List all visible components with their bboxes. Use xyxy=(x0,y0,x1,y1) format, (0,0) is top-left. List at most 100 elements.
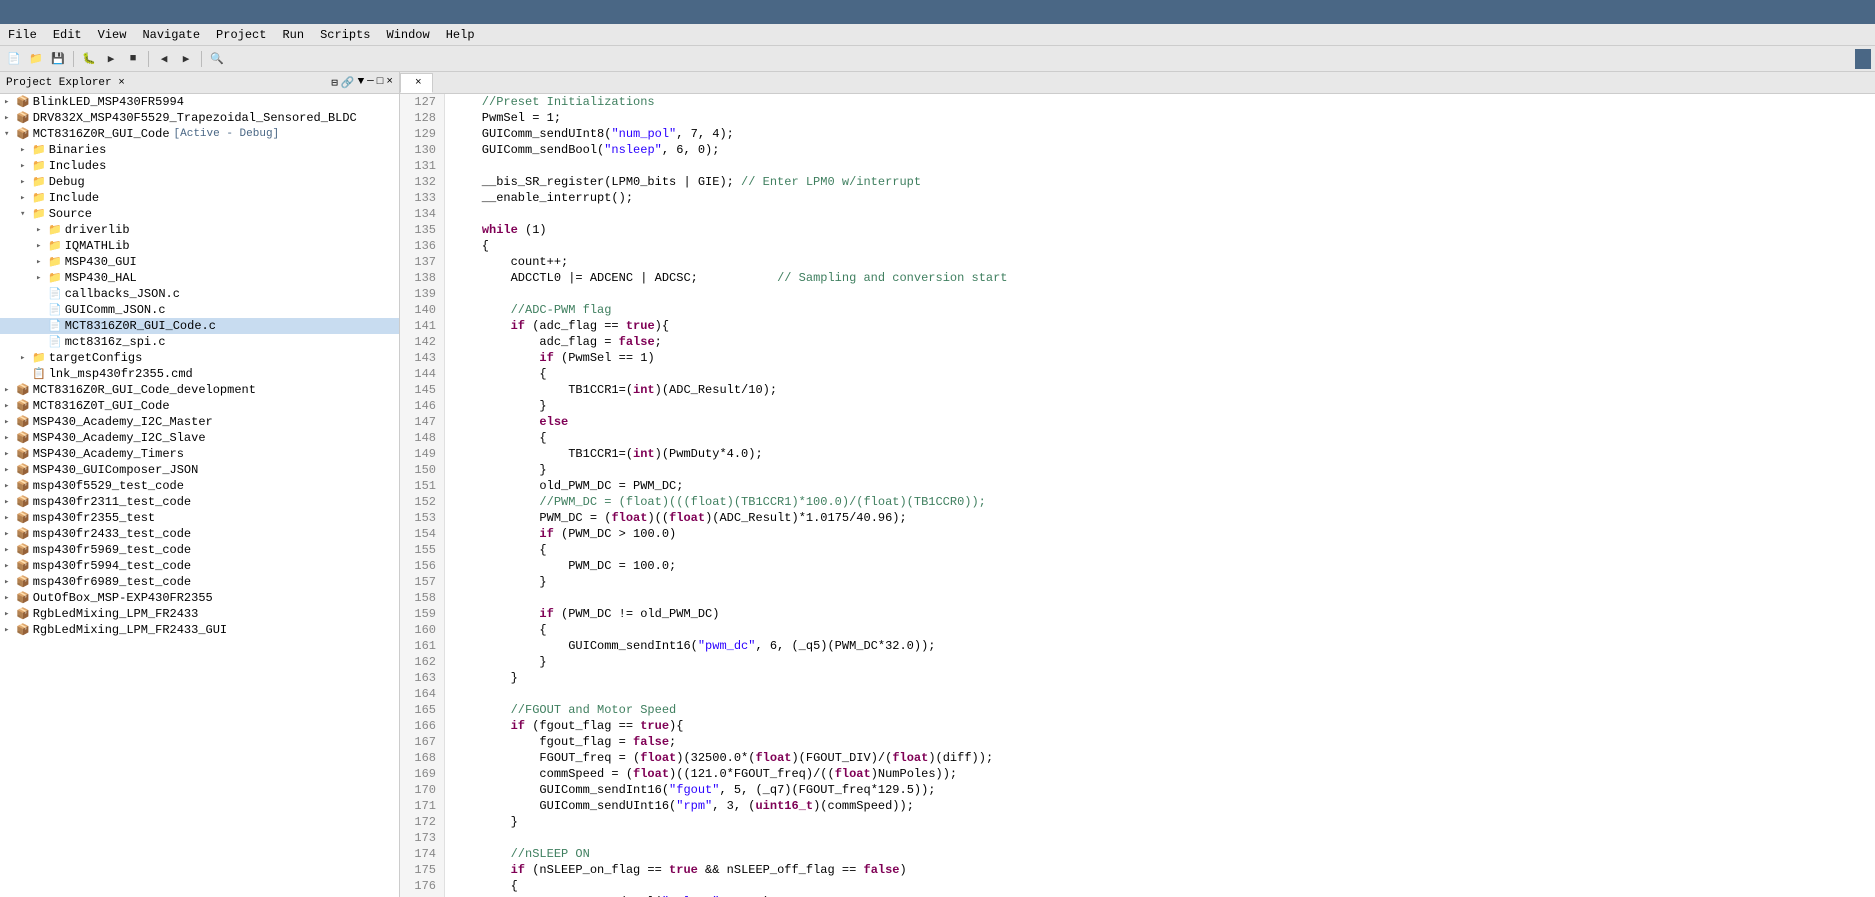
tree-item-callbacks[interactable]: 📄callbacks_JSON.c xyxy=(0,286,399,302)
toolbar-run[interactable]: ▶ xyxy=(101,49,121,69)
tree-arrow-msp430fr2433test[interactable]: ▸ xyxy=(4,529,16,539)
tree-item-include[interactable]: ▸📁Include xyxy=(0,190,399,206)
tree-arrow-msp430fr2355test[interactable]: ▸ xyxy=(4,513,16,523)
tree-arrow-msp430guicomposer[interactable]: ▸ xyxy=(4,465,16,475)
toolbar-back[interactable]: ◀ xyxy=(154,49,174,69)
line-num-170: 170 xyxy=(408,782,436,798)
menu-scripts[interactable]: Scripts xyxy=(312,26,378,44)
tree-arrow-source[interactable]: ▾ xyxy=(20,209,32,219)
code-view[interactable]: 1271281291301311321331341351361371381391… xyxy=(400,94,1875,897)
main-layout: Project Explorer × ⊟ 🔗 ▼ ─ □ × ▸📦BlinkLE… xyxy=(0,72,1875,897)
tree-item-msp430i2cslave[interactable]: ▸📦MSP430_Academy_I2C_Slave xyxy=(0,430,399,446)
tree-arrow-drv832x[interactable]: ▸ xyxy=(4,113,16,123)
tree-arrow-msp430f5529test[interactable]: ▸ xyxy=(4,481,16,491)
tree-item-msp430gui[interactable]: ▸📁MSP430_GUI xyxy=(0,254,399,270)
code-content[interactable]: //Preset Initializations PwmSel = 1; GUI… xyxy=(445,94,1875,897)
tree-item-mct8316z0t[interactable]: ▸📦MCT8316Z0T_GUI_Code xyxy=(0,398,399,414)
menu-icon[interactable]: ▼ xyxy=(358,76,365,90)
tree-arrow-binaries[interactable]: ▸ xyxy=(20,145,32,155)
tree-arrow-blinkled[interactable]: ▸ xyxy=(4,97,16,107)
tree-item-msp430fr2311test[interactable]: ▸📦msp430fr2311_test_code xyxy=(0,494,399,510)
tree-item-includes[interactable]: ▸📁Includes xyxy=(0,158,399,174)
tree-item-mct8316z_spi[interactable]: 📄mct8316z_spi.c xyxy=(0,334,399,350)
tree-arrow-msp430fr6989test[interactable]: ▸ xyxy=(4,577,16,587)
toolbar-new[interactable]: 📄 xyxy=(4,49,24,69)
menu-edit[interactable]: Edit xyxy=(45,26,90,44)
tree-item-msp430guicomposer[interactable]: ▸📦MSP430_GUIComposer_JSON xyxy=(0,462,399,478)
tree-arrow-outofbox[interactable]: ▸ xyxy=(4,593,16,603)
titlebar xyxy=(0,0,1875,24)
tree-item-mct8316[interactable]: ▾📦MCT8316Z0R_GUI_Code[Active - Debug] xyxy=(0,126,399,142)
link-icon[interactable]: 🔗 xyxy=(341,76,355,90)
tree-item-mct8316dev[interactable]: ▸📦MCT8316Z0R_GUI_Code_development xyxy=(0,382,399,398)
tree-item-mct8316code[interactable]: 📄MCT8316Z0R_GUI_Code.c xyxy=(0,318,399,334)
toolbar-open[interactable]: 📁 xyxy=(26,49,46,69)
maximize-icon[interactable]: □ xyxy=(377,76,384,90)
tree-item-binaries[interactable]: ▸📁Binaries xyxy=(0,142,399,158)
toolbar-debug[interactable]: 🐛 xyxy=(79,49,99,69)
minimize-icon[interactable]: ─ xyxy=(367,76,374,90)
menu-help[interactable]: Help xyxy=(438,26,483,44)
tree-arrow-debug[interactable]: ▸ xyxy=(20,177,32,187)
tree-arrow-driverlib[interactable]: ▸ xyxy=(36,225,48,235)
menu-window[interactable]: Window xyxy=(379,26,438,44)
tree-arrow-msp430fr2311test[interactable]: ▸ xyxy=(4,497,16,507)
close-icon[interactable]: × xyxy=(386,76,393,90)
tree-arrow-msp430hal[interactable]: ▸ xyxy=(36,273,48,283)
tree-item-iqmathlib[interactable]: ▸📁IQMATHLib xyxy=(0,238,399,254)
toolbar-stop[interactable]: ■ xyxy=(123,49,143,69)
tree-item-msp430hal[interactable]: ▸📁MSP430_HAL xyxy=(0,270,399,286)
tree-arrow-rgbledmixinggui[interactable]: ▸ xyxy=(4,625,16,635)
tree-item-blinkled[interactable]: ▸📦BlinkLED_MSP430FR5994 xyxy=(0,94,399,110)
editor-tab-main[interactable]: × xyxy=(400,73,433,93)
line-num-133: 133 xyxy=(408,190,436,206)
tree-item-debug[interactable]: ▸📁Debug xyxy=(0,174,399,190)
tree-item-msp430fr2355test[interactable]: ▸📦msp430fr2355_test xyxy=(0,510,399,526)
tree-item-msp430fr5969test[interactable]: ▸📦msp430fr5969_test_code xyxy=(0,542,399,558)
tree-arrow-mct8316dev[interactable]: ▸ xyxy=(4,385,16,395)
menu-navigate[interactable]: Navigate xyxy=(134,26,208,44)
tree-item-msp430i2cmaster[interactable]: ▸📦MSP430_Academy_I2C_Master xyxy=(0,414,399,430)
tree-arrow-includes[interactable]: ▸ xyxy=(20,161,32,171)
line-num-149: 149 xyxy=(408,446,436,462)
tree-item-msp430f5529test[interactable]: ▸📦msp430f5529_test_code xyxy=(0,478,399,494)
tree-arrow-msp430i2cslave[interactable]: ▸ xyxy=(4,433,16,443)
tree-arrow-mct8316z0t[interactable]: ▸ xyxy=(4,401,16,411)
tree-arrow-rgbledmixing[interactable]: ▸ xyxy=(4,609,16,619)
tree-item-guicomm[interactable]: 📄GUIComm_JSON.c xyxy=(0,302,399,318)
tree-icon-rgbledmixing: 📦 xyxy=(16,607,30,621)
tree-icon-mct8316code: 📄 xyxy=(48,319,62,333)
tree-arrow-msp430timers[interactable]: ▸ xyxy=(4,449,16,459)
toolbar-search[interactable]: 🔍 xyxy=(207,49,227,69)
tree-item-msp430timers[interactable]: ▸📦MSP430_Academy_Timers xyxy=(0,446,399,462)
line-num-169: 169 xyxy=(408,766,436,782)
collapse-all-icon[interactable]: ⊟ xyxy=(331,76,338,90)
menu-project[interactable]: Project xyxy=(208,26,274,44)
tree-arrow-iqmathlib[interactable]: ▸ xyxy=(36,241,48,251)
tree-arrow-mct8316[interactable]: ▾ xyxy=(4,129,16,139)
tree-item-lnk[interactable]: 📋lnk_msp430fr2355.cmd xyxy=(0,366,399,382)
toolbar-forward[interactable]: ▶ xyxy=(176,49,196,69)
editor-tab-close[interactable]: × xyxy=(415,77,422,89)
tree-arrow-include[interactable]: ▸ xyxy=(20,193,32,203)
menu-view[interactable]: View xyxy=(90,26,135,44)
toolbar-save[interactable]: 💾 xyxy=(48,49,68,69)
tree-arrow-msp430fr5969test[interactable]: ▸ xyxy=(4,545,16,555)
tree-arrow-msp430i2cmaster[interactable]: ▸ xyxy=(4,417,16,427)
menu-run[interactable]: Run xyxy=(274,26,312,44)
tree-item-source[interactable]: ▾📁Source xyxy=(0,206,399,222)
tree-item-outofbox[interactable]: ▸📦OutOfBox_MSP-EXP430FR2355 xyxy=(0,590,399,606)
tree-item-rgbledmixinggui[interactable]: ▸📦RgbLedMixing_LPM_FR2433_GUI xyxy=(0,622,399,638)
menu-file[interactable]: File xyxy=(0,26,45,44)
tree-item-msp430fr6989test[interactable]: ▸📦msp430fr6989_test_code xyxy=(0,574,399,590)
tree-item-rgbledmixing[interactable]: ▸📦RgbLedMixing_LPM_FR2433 xyxy=(0,606,399,622)
tree-item-drv832x[interactable]: ▸📦DRV832X_MSP430F5529_Trapezoidal_Sensor… xyxy=(0,110,399,126)
tree-arrow-msp430gui[interactable]: ▸ xyxy=(36,257,48,267)
tree-arrow-msp430fr5994test[interactable]: ▸ xyxy=(4,561,16,571)
tree-item-msp430fr5994test[interactable]: ▸📦msp430fr5994_test_code xyxy=(0,558,399,574)
tree-arrow-targetconfigs[interactable]: ▸ xyxy=(20,353,32,363)
tree-item-targetconfigs[interactable]: ▸📁targetConfigs xyxy=(0,350,399,366)
quick-access-button[interactable] xyxy=(1855,49,1871,69)
tree-item-msp430fr2433test[interactable]: ▸📦msp430fr2433_test_code xyxy=(0,526,399,542)
tree-item-driverlib[interactable]: ▸📁driverlib xyxy=(0,222,399,238)
